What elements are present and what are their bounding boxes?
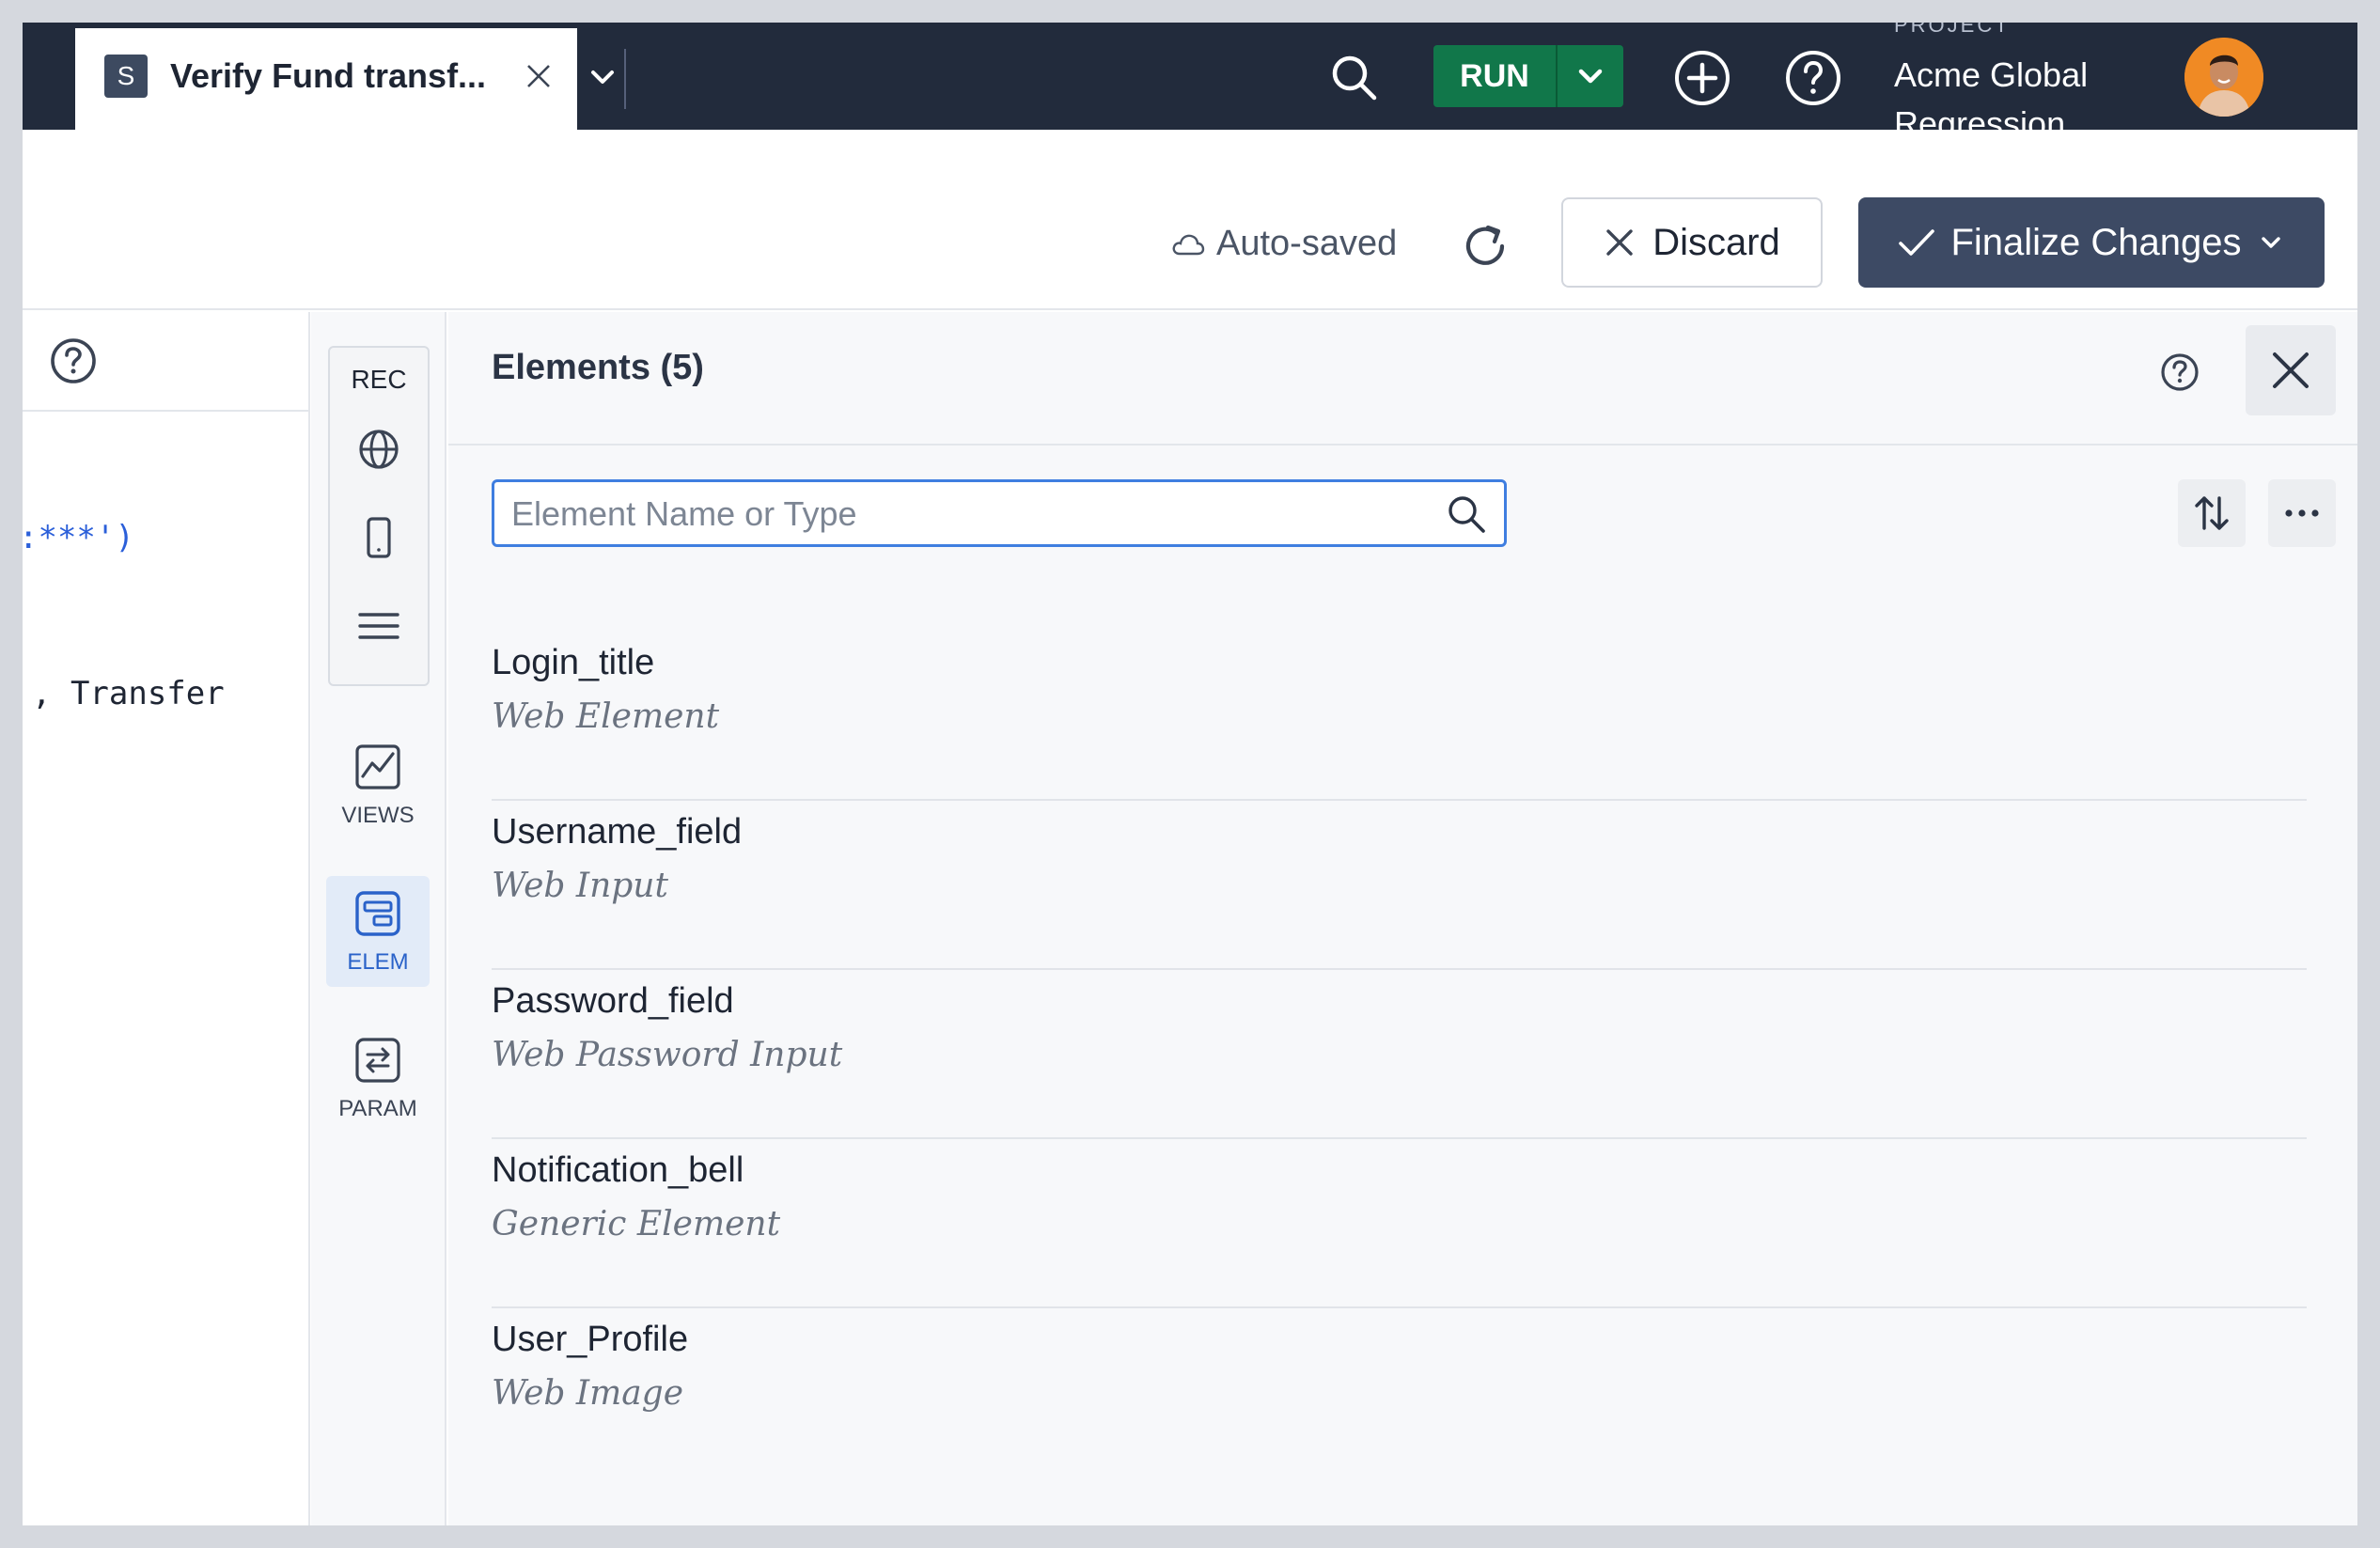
rail-item-label: VIEWS (341, 803, 415, 828)
run-button-group: RUN (1433, 45, 1623, 107)
more-options-button[interactable] (2268, 479, 2336, 547)
close-panel-button[interactable] (2246, 325, 2336, 415)
project-name: Acme Global Regression (1894, 55, 2089, 130)
autosave-status: Auto-saved (1171, 224, 1397, 264)
element-name: Password_field (492, 981, 734, 1021)
swap-icon (355, 1038, 400, 1083)
list-item[interactable]: Username_field Web Input (492, 801, 2307, 970)
element-type: Web Element (492, 697, 720, 736)
elements-panel: Elements (5) Element Name or Type Login_… (448, 312, 2357, 1525)
element-name: Notification_bell (492, 1150, 744, 1190)
help-icon[interactable] (1784, 49, 1842, 107)
finalize-changes-button[interactable]: Finalize Changes (1858, 197, 2325, 288)
run-dropdown-button[interactable] (1556, 45, 1623, 107)
rail-item-views[interactable]: VIEWS (326, 729, 430, 840)
search-input[interactable] (511, 492, 1414, 537)
search-icon[interactable] (1327, 51, 1380, 103)
refresh-icon[interactable] (1459, 220, 1511, 273)
user-avatar-icon (2184, 38, 2263, 117)
rail-item-label: PARAM (338, 1096, 417, 1121)
tab-active[interactable]: S Verify Fund transf... (75, 28, 577, 130)
icon-rail: REC VIEWS ELEM PARAM (311, 312, 446, 1525)
discard-label: Discard (1652, 221, 1780, 263)
close-icon (2273, 352, 2309, 388)
element-name: Username_field (492, 812, 743, 852)
code-text: :***') (23, 519, 134, 556)
chevron-down-icon[interactable] (587, 62, 618, 94)
rail-item-label: ELEM (347, 949, 409, 975)
project-selector[interactable]: PROJECT Acme Global Regression (1894, 23, 2101, 130)
rec-label[interactable]: REC (330, 365, 428, 395)
tab-title: Verify Fund transf... (170, 56, 487, 95)
list-item[interactable]: User_Profile Web Image (492, 1308, 2307, 1478)
menu-icon[interactable] (356, 603, 401, 649)
element-search-box (492, 479, 1507, 547)
code-line: :***') (23, 519, 134, 556)
element-name: Login_title (492, 643, 655, 682)
list-item[interactable]: Notification_bell Generic Element (492, 1139, 2307, 1308)
element-type: Web Password Input (492, 1036, 843, 1074)
list-item[interactable]: Password_field Web Password Input (492, 970, 2307, 1139)
element-icon (355, 891, 400, 936)
globe-icon[interactable] (356, 427, 401, 472)
tab-type-badge: S (104, 55, 148, 98)
mobile-icon[interactable] (356, 515, 401, 560)
editor-toolbar: Auto-saved Discard Finalize Changes (23, 130, 2357, 310)
elements-list: Login_title Web Element Username_field W… (492, 632, 2307, 1478)
panel-title: Elements (5) (492, 348, 704, 387)
rail-item-param[interactable]: PARAM (326, 1023, 430, 1134)
check-icon (1899, 229, 1935, 256)
close-icon (1606, 229, 1633, 256)
run-button[interactable]: RUN (1433, 45, 1556, 107)
recorder-group: REC (328, 346, 430, 686)
chart-icon (355, 744, 400, 790)
close-icon[interactable] (523, 60, 555, 92)
project-label: PROJECT (1894, 23, 2011, 37)
chevron-down-icon (2261, 237, 2280, 248)
divider (23, 410, 310, 412)
panel-header: Elements (5) (448, 312, 2357, 446)
list-item[interactable]: Login_title Web Element (492, 632, 2307, 801)
cloud-icon (1172, 234, 1205, 255)
plus-circle-icon[interactable] (1673, 49, 1731, 107)
app-window: S Verify Fund transf... RUN PROJECT Acme… (23, 23, 2357, 1525)
top-bar: S Verify Fund transf... RUN PROJECT Acme… (23, 23, 2357, 130)
code-line: , Transfer (32, 675, 225, 712)
finalize-label: Finalize Changes (1950, 221, 2242, 263)
element-type: Generic Element (492, 1205, 781, 1243)
search-icon[interactable] (1446, 493, 1487, 535)
rail-item-elem[interactable]: ELEM (326, 876, 430, 987)
element-type: Web Input (492, 867, 668, 905)
help-icon[interactable] (49, 336, 98, 385)
avatar[interactable] (2184, 38, 2263, 117)
tab-divider (624, 49, 626, 109)
sort-icon (2195, 496, 2229, 530)
chevron-down-icon (1578, 69, 1603, 84)
help-icon[interactable] (2159, 352, 2200, 393)
element-name: User_Profile (492, 1320, 689, 1359)
more-horizontal-icon (2285, 509, 2319, 517)
code-editor-pane[interactable]: :***') , Transfer (23, 312, 310, 1525)
sort-button[interactable] (2178, 479, 2246, 547)
discard-button[interactable]: Discard (1561, 197, 1823, 288)
element-type: Web Image (492, 1374, 684, 1413)
autosave-label: Auto-saved (1216, 224, 1398, 263)
